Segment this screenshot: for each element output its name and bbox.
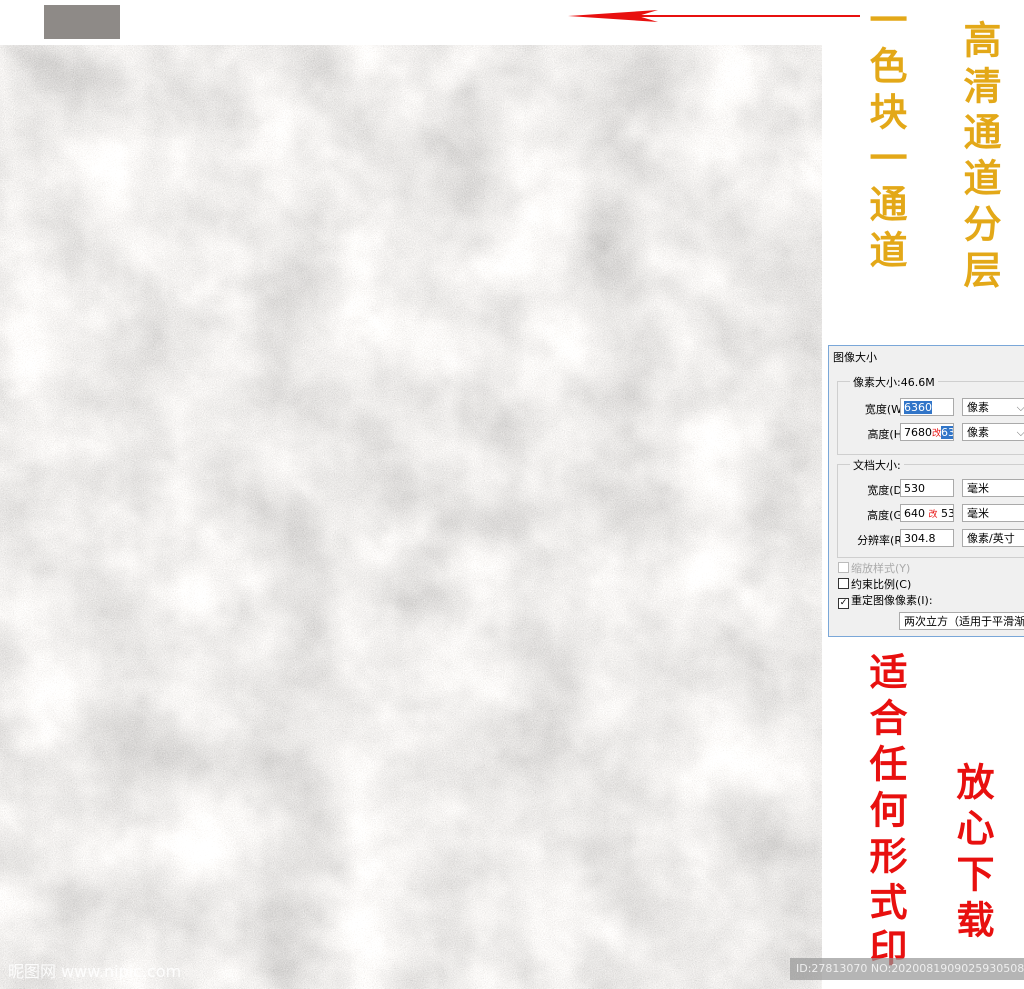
checkbox-icon <box>838 562 849 573</box>
edit-mark: 改 <box>928 510 938 520</box>
document-size-group: 文档大小: 宽度(D): 530 毫米 高度(G): 640 改 530 毫米 … <box>837 457 1024 558</box>
doc-width-unit: 毫米 <box>967 482 989 495</box>
chevron-down-icon: ⌵ <box>1016 426 1024 439</box>
resolution-unit-select[interactable]: 像素/英寸 <box>962 529 1024 547</box>
image-size-dialog: 图像大小 像素大小:46.6M 宽度(W): 6360 像素 ⌵ 高度(H): 7… <box>828 345 1024 637</box>
doc-height-input[interactable]: 640 改 530 <box>900 504 954 522</box>
resolution-input[interactable]: 304.8 <box>900 529 954 547</box>
resolution-unit: 像素/英寸 <box>967 532 1015 545</box>
width-unit-select[interactable]: 像素 ⌵ <box>962 398 1024 416</box>
annotation-one-swatch-one-channel: 一色块一通道 <box>863 0 908 276</box>
doc-width-unit-select[interactable]: 毫米 <box>962 479 1024 497</box>
doc-height-unit-select[interactable]: 毫米 <box>962 504 1024 522</box>
pixel-dimensions-group: 像素大小:46.6M 宽度(W): 6360 像素 ⌵ 高度(H): 7680改6… <box>837 374 1024 455</box>
gray-texture-image <box>0 45 822 989</box>
height-old-value: 7680 <box>904 426 932 439</box>
scale-styles-label: 缩放样式(Y) <box>851 562 911 575</box>
height-unit-select[interactable]: 像素 ⌵ <box>962 423 1024 441</box>
checkmark-icon: ✓ <box>838 598 849 609</box>
scale-styles-checkbox[interactable]: 缩放样式(Y) <box>838 560 910 576</box>
dialog-title: 图像大小 <box>833 351 877 364</box>
red-arrow-icon <box>568 10 860 22</box>
doc-width-input[interactable]: 530 <box>900 479 954 497</box>
site-watermark: 昵图网 www.nipic.com <box>8 962 182 981</box>
document-size-label: 文档大小: <box>850 457 904 473</box>
width-value: 6360 <box>904 401 932 414</box>
annotation-download-safely: 放心下载 <box>950 762 995 946</box>
resample-label: 重定图像像素(I): <box>851 594 933 607</box>
chevron-down-icon: ⌵ <box>1016 401 1024 414</box>
width-unit: 像素 <box>967 401 989 414</box>
doc-height-old-value: 640 <box>904 507 925 520</box>
id-watermark: ID:27813070 NO:20200819090259305088 <box>790 958 1024 980</box>
height-value: 6360 <box>941 426 953 439</box>
doc-height-value: 530 <box>941 507 953 520</box>
height-input[interactable]: 7680改6360 <box>900 423 954 441</box>
height-unit: 像素 <box>967 426 989 439</box>
width-input[interactable]: 6360 <box>900 398 954 416</box>
resample-checkbox[interactable]: ✓ 重定图像像素(I): <box>838 592 933 609</box>
edit-mark: 改 <box>932 429 942 439</box>
resample-method-select[interactable]: 两次立方（适用于平滑渐变 <box>899 612 1024 630</box>
constrain-label: 约束比例(C) <box>851 578 912 591</box>
annotation-hd-channel-layers: 高清通道分层 <box>957 20 1002 296</box>
color-swatch <box>44 5 120 39</box>
annotation-suitable-for-print: 适合任何形式印 <box>863 652 908 974</box>
checkbox-icon <box>838 578 849 589</box>
constrain-proportions-checkbox[interactable]: 约束比例(C) <box>838 576 911 592</box>
pixel-dimensions-label: 像素大小:46.6M <box>850 374 938 390</box>
doc-height-unit: 毫米 <box>967 507 989 520</box>
